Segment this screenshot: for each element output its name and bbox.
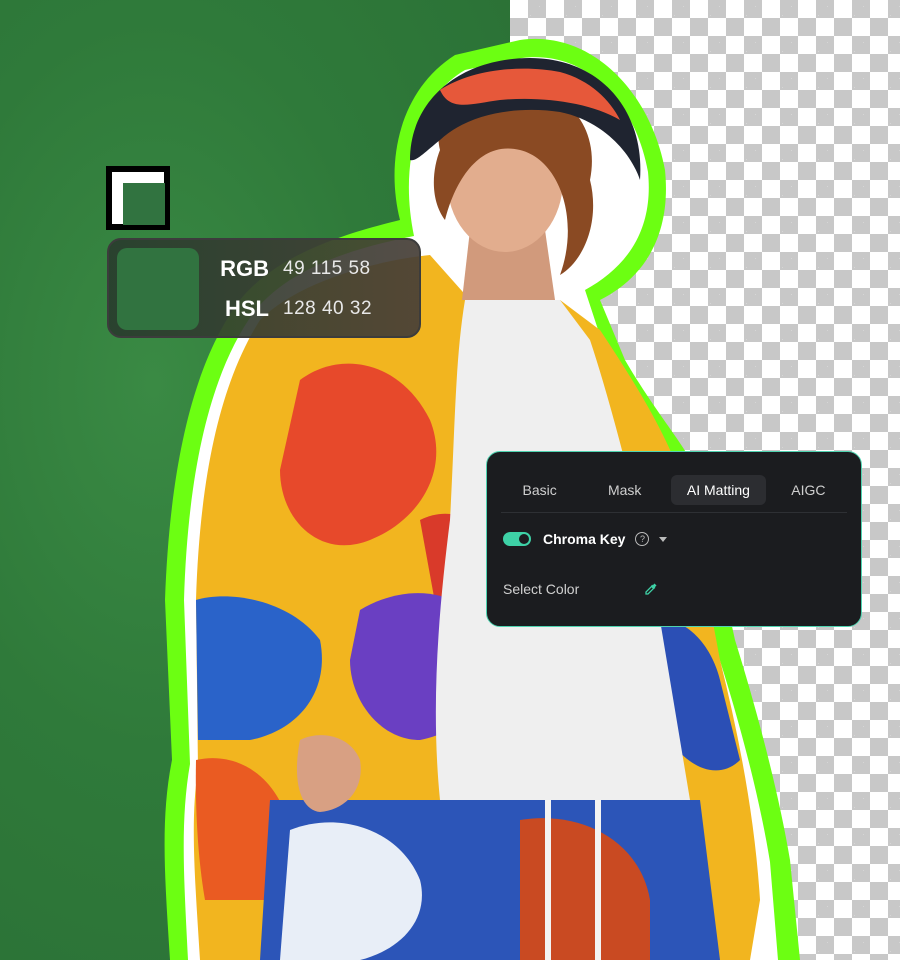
panel-tabs: Basic Mask AI Matting AIGC: [501, 474, 847, 506]
chroma-key-label: Chroma Key: [543, 531, 626, 547]
select-color-row: Select Color: [503, 578, 659, 600]
panel-divider: [501, 512, 847, 513]
matting-settings-panel: Basic Mask AI Matting AIGC Chroma Key ? …: [486, 451, 862, 627]
hsl-row: HSL 128 40 32: [209, 294, 372, 324]
tab-mask[interactable]: Mask: [580, 475, 669, 505]
color-picker-frame: [112, 172, 165, 225]
color-swatch: [117, 248, 199, 330]
hsl-values: 128 40 32: [283, 298, 373, 319]
select-color-label: Select Color: [503, 581, 580, 597]
question-circle-icon[interactable]: ?: [635, 532, 650, 546]
chroma-key-toggle[interactable]: [503, 532, 531, 546]
color-readout: RGB 49 115 58 HSL 128 40 32: [107, 238, 421, 338]
tab-basic[interactable]: Basic: [501, 475, 578, 505]
eyedropper-icon[interactable]: [643, 581, 659, 597]
hsl-label: HSL: [225, 296, 269, 321]
tab-ai-matting[interactable]: AI Matting: [671, 475, 766, 505]
rgb-row: RGB 49 115 58: [209, 254, 371, 284]
toggle-knob: [519, 534, 529, 544]
subject-drawstring-right: [595, 800, 601, 960]
color-picker-cursor[interactable]: [106, 166, 170, 230]
color-picker-sample: [123, 183, 165, 225]
rgb-values: 49 115 58: [283, 258, 371, 279]
tab-aigc[interactable]: AIGC: [770, 475, 847, 505]
subject-drawstring-left: [545, 800, 551, 960]
chroma-key-row: Chroma Key ?: [503, 528, 668, 550]
caret-down-icon[interactable]: [659, 536, 668, 542]
rgb-label: RGB: [220, 256, 269, 281]
